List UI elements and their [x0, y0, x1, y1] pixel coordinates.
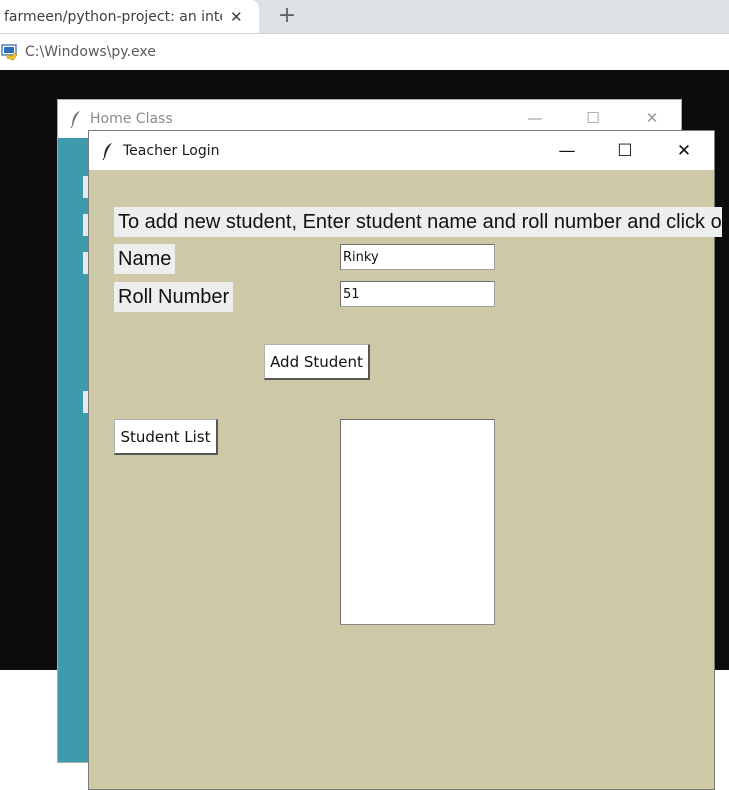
teacher-window-title: Teacher Login [123, 142, 220, 159]
roll-number-label: Roll Number [114, 282, 234, 312]
browser-tab-title: farmeen/python-project: an interactive [4, 8, 222, 25]
maximize-button[interactable]: ☐ [583, 108, 603, 128]
minimize-button[interactable]: — [556, 140, 578, 162]
new-tab-button[interactable]: + [274, 4, 300, 30]
teacher-login-window: Teacher Login — ☐ ✕ To add new student, … [88, 130, 722, 790]
student-list-button[interactable]: Student List [114, 419, 218, 455]
name-label: Name [114, 244, 176, 274]
roll-number-input[interactable] [340, 281, 495, 307]
maximize-button[interactable]: ☐ [614, 140, 636, 162]
minimize-button[interactable]: — [525, 108, 545, 128]
teacher-window-titlebar: Teacher Login — ☐ ✕ [89, 131, 714, 170]
feather-icon [70, 111, 80, 128]
close-icon[interactable]: ✕ [230, 8, 243, 26]
student-listbox[interactable] [340, 419, 495, 625]
add-student-button[interactable]: Add Student [264, 344, 370, 380]
instruction-label: To add new student, Enter student name a… [114, 207, 722, 237]
browser-tab[interactable]: farmeen/python-project: an interactive ✕ [0, 0, 259, 33]
close-button[interactable]: ✕ [673, 140, 695, 162]
python-icon [1, 44, 18, 61]
console-titlebar: C:\Windows\py.exe [0, 33, 729, 70]
console-title: C:\Windows\py.exe [25, 44, 156, 60]
feather-icon [102, 142, 112, 160]
close-button[interactable]: ✕ [642, 108, 662, 128]
name-input[interactable] [340, 244, 495, 270]
home-window-title: Home Class [90, 111, 173, 127]
